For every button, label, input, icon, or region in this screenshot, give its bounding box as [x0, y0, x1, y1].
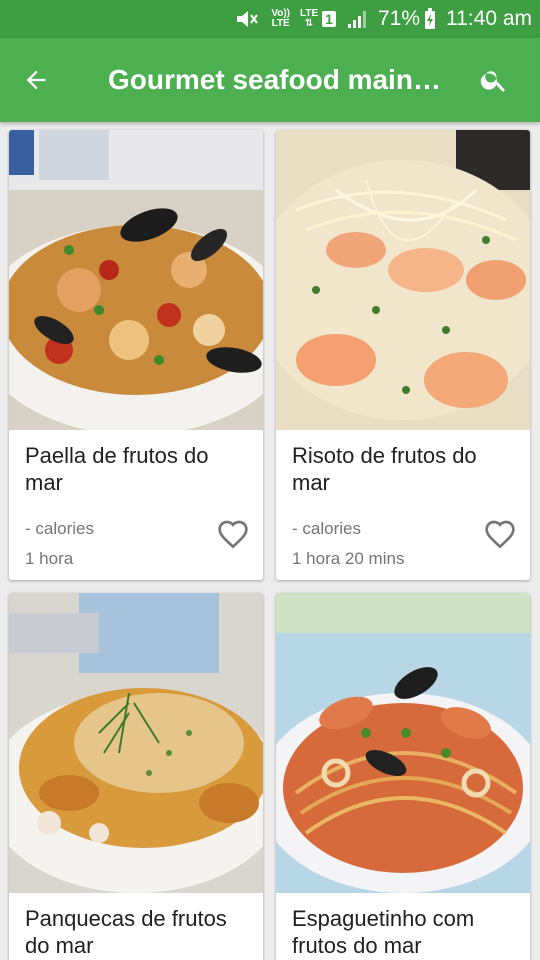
- recipe-meta: - calories 1 hora 20 mins: [292, 514, 514, 574]
- recipe-photo: [9, 130, 263, 430]
- recipe-photo: [276, 130, 530, 430]
- volte-indicator: Vo)) LTE: [271, 8, 291, 29]
- search-icon: [480, 71, 505, 92]
- recipe-photo: [276, 593, 530, 893]
- battery-percent: 71%: [377, 7, 420, 30]
- page-title: Gourmet seafood main…: [108, 64, 441, 95]
- recipe-calories: - calories: [25, 519, 94, 538]
- status-bar: Vo)) LTE LTE ⇅ 1 71% 11:40 am: [0, 0, 540, 38]
- sim-badge: 1: [322, 11, 336, 27]
- arrow-back-icon: [26, 70, 46, 90]
- recipe-card[interactable]: Panquecas de frutos do mar: [9, 593, 263, 960]
- app-bar: Gourmet seafood main…: [0, 38, 540, 122]
- recipe-info: Risoto de frutos do mar - calories 1 hor…: [276, 430, 530, 574]
- signal-icon: [346, 9, 368, 29]
- recipe-name: Paella de frutos do mar: [25, 443, 209, 495]
- recipe-meta: - calories 1 hora: [25, 514, 247, 574]
- recipe-card[interactable]: Paella de frutos do mar - calories 1 hor…: [9, 130, 263, 580]
- battery-charging-icon: [424, 8, 436, 30]
- recipe-name: Risoto de frutos do mar: [292, 443, 477, 495]
- clock: 11:40 am: [446, 7, 532, 30]
- recipe-info: Panquecas de frutos do mar: [9, 893, 263, 959]
- recipe-card[interactable]: Risoto de frutos do mar - calories 1 hor…: [276, 130, 530, 580]
- lte-indicator: LTE ⇅: [300, 8, 319, 29]
- heart-outline-icon: [218, 520, 248, 549]
- recipe-info: Espaguetinho com frutos do mar: [276, 893, 530, 959]
- back-button[interactable]: [0, 38, 72, 122]
- heart-outline-icon: [485, 520, 515, 549]
- recipe-time: 1 hora 20 mins: [292, 549, 405, 568]
- mute-icon: [233, 8, 261, 30]
- recipe-calories: - calories: [292, 519, 361, 538]
- recipe-name: Espaguetinho com frutos do mar: [292, 906, 475, 958]
- recipe-info: Paella de frutos do mar - calories 1 hor…: [9, 430, 263, 574]
- favorite-button[interactable]: [217, 519, 249, 554]
- favorite-button[interactable]: [484, 519, 516, 554]
- recipe-grid: Paella de frutos do mar - calories 1 hor…: [0, 122, 540, 960]
- search-button[interactable]: [458, 38, 530, 122]
- recipe-time: 1 hora: [25, 549, 74, 568]
- recipe-card[interactable]: Espaguetinho com frutos do mar: [276, 593, 530, 960]
- recipe-photo: [9, 593, 263, 893]
- recipe-name: Panquecas de frutos do mar: [25, 906, 227, 958]
